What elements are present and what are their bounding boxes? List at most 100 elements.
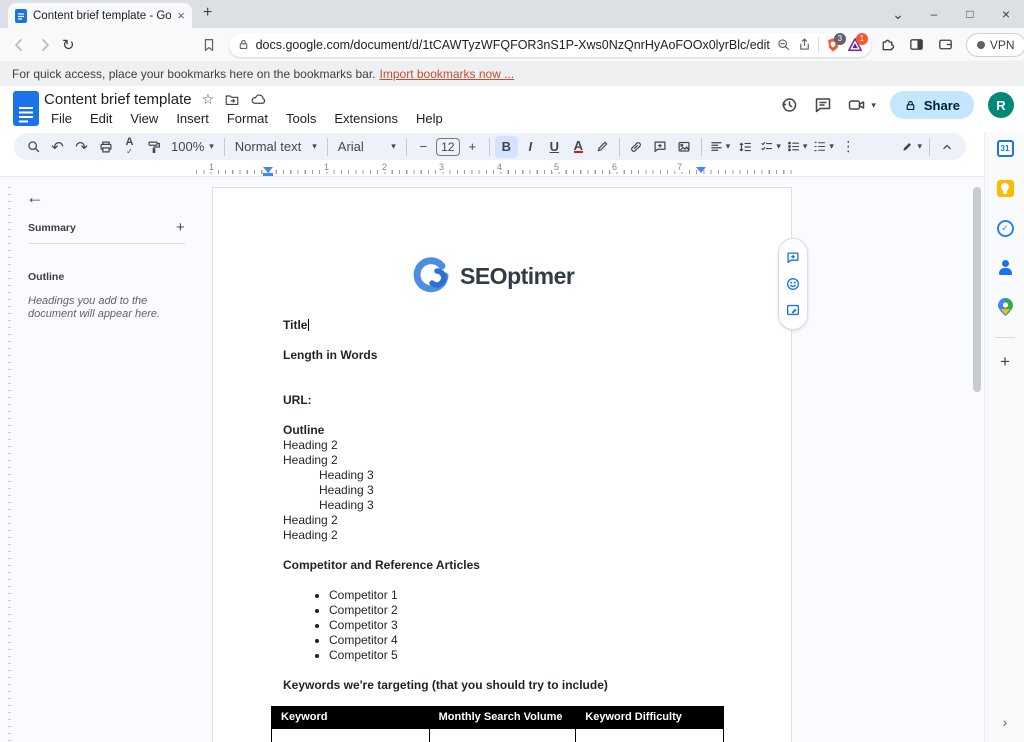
docs-logo-icon[interactable] [13,91,39,126]
outline-item[interactable]: Heading 2 [283,438,721,453]
outline-item[interactable]: Heading 3 [319,483,721,498]
search-menus-icon[interactable] [22,136,45,158]
keywords-table[interactable]: Keyword Monthly Search Volume Keyword Di… [271,706,724,742]
expand-side-panel-icon[interactable]: › [985,714,1024,730]
maximize-button[interactable]: □ [952,7,988,21]
menu-edit[interactable]: Edit [83,110,119,127]
doc-line-length[interactable]: Length in Words [283,348,721,363]
insert-link-icon[interactable] [625,136,648,158]
reload-icon[interactable]: ↻ [62,36,75,54]
menu-format[interactable]: Format [220,110,275,127]
print-icon[interactable] [94,136,117,158]
outline-item[interactable]: Heading 2 [283,453,721,468]
move-folder-icon[interactable] [224,92,240,108]
extensions-icon[interactable] [879,36,896,53]
document-page[interactable]: SEOptimer Title Length in Words URL: Out… [212,187,792,742]
doc-line-keywords[interactable]: Keywords we're targeting (that you shoul… [283,678,721,693]
calendar-icon[interactable]: 31 [985,140,1024,157]
horizontal-ruler[interactable]: 1 1 2 3 4 5 6 7 [196,162,984,176]
add-summary-button[interactable]: + [176,219,185,236]
import-bookmarks-link[interactable]: Import bookmarks now ... [380,67,515,81]
menu-help[interactable]: Help [409,110,450,127]
contacts-icon[interactable] [985,259,1024,276]
font-select[interactable]: Arial ▾ [333,139,401,154]
numbered-list-icon[interactable]: ▾ [810,136,836,158]
version-history-icon[interactable] [779,95,799,115]
star-icon[interactable]: ☆ [202,91,215,108]
competitor-item[interactable]: Competitor 1 [329,588,721,603]
address-bar[interactable]: docs.google.com/document/d/1tCAWTyzWFQFO… [228,32,871,57]
highlight-color-icon[interactable] [591,136,614,158]
doc-line-url[interactable]: URL: [283,393,721,408]
avatar[interactable]: R [988,92,1014,118]
italic-button[interactable]: I [519,136,542,158]
share-page-icon[interactable] [797,37,812,52]
add-emoji-icon[interactable] [785,276,801,292]
comments-icon[interactable] [813,95,833,115]
share-button[interactable]: Share [889,91,974,119]
minimize-button[interactable]: – [916,7,952,21]
bulleted-list-icon[interactable]: ▾ [784,136,810,158]
vertical-scrollbar[interactable] [973,187,981,392]
suggest-edits-icon[interactable] [785,302,801,318]
menu-insert[interactable]: Insert [169,110,216,127]
styles-select[interactable]: Normal text ▾ [230,139,322,154]
back-icon[interactable] [10,33,28,57]
url-text[interactable]: docs.google.com/document/d/1tCAWTyzWFQFO… [256,38,770,52]
tab-close-icon[interactable]: × [177,8,185,23]
menu-view[interactable]: View [123,110,165,127]
doc-line-outline[interactable]: Outline [283,423,721,438]
right-indent-marker[interactable] [696,167,706,173]
tab-search-icon[interactable]: ⌄ [880,6,916,23]
line-spacing-icon[interactable] [733,136,756,158]
insert-image-icon[interactable] [673,136,696,158]
competitor-item[interactable]: Competitor 2 [329,603,721,618]
outline-item[interactable]: Heading 2 [283,528,721,543]
align-icon[interactable]: ▾ [707,136,733,158]
underline-button[interactable]: U [543,136,566,158]
hide-menus-icon[interactable] [935,136,958,158]
video-call-caret-icon[interactable]: ▾ [871,100,876,111]
doc-line-competitors[interactable]: Competitor and Reference Articles [283,558,721,573]
zoom-out-icon[interactable] [776,37,791,52]
tasks-icon[interactable]: ✓ [985,220,1024,237]
increase-font-icon[interactable]: + [461,136,484,158]
menu-tools[interactable]: Tools [279,110,323,127]
brave-rewards-icon[interactable]: 1 [847,32,868,53]
keep-icon[interactable] [985,180,1024,197]
more-options-icon[interactable]: ⋮ [837,136,860,158]
outline-item[interactable]: Heading 3 [319,468,721,483]
spell-check-icon[interactable]: A ✓ [118,136,141,158]
new-tab-button[interactable]: + [203,4,212,22]
outline-item[interactable]: Heading 3 [319,498,721,513]
paint-format-icon[interactable] [142,136,165,158]
undo-icon[interactable]: ↶ [46,136,69,158]
menu-extensions[interactable]: Extensions [327,110,405,127]
close-window-button[interactable]: × [988,6,1024,22]
editing-mode-button[interactable]: ▾ [898,136,924,158]
brave-shield-icon[interactable]: 3 [825,32,846,53]
checklist-icon[interactable]: ▾ [757,136,783,158]
competitor-item[interactable]: Competitor 5 [329,648,721,663]
font-size-field[interactable]: 12 [435,137,460,156]
redo-icon[interactable]: ↷ [70,136,93,158]
sidebar-icon[interactable] [908,36,925,53]
doc-line-title[interactable]: Title [283,318,721,333]
decrease-font-icon[interactable]: − [412,136,435,158]
competitor-item[interactable]: Competitor 4 [329,633,721,648]
maps-icon[interactable] [985,298,1024,316]
add-comment-margin-icon[interactable] [785,250,801,266]
outline-item[interactable]: Heading 2 [283,513,721,528]
get-addons-button[interactable]: + [985,352,1024,372]
cloud-status-icon[interactable] [250,91,267,108]
browser-tab[interactable]: Content brief template - Google D × [8,3,192,28]
vpn-button[interactable]: VPN [965,32,1024,57]
menu-file[interactable]: File [44,110,79,127]
wallet-icon[interactable] [937,36,954,53]
video-call-button[interactable]: ▾ [847,95,876,115]
bookmark-icon[interactable] [201,33,217,57]
table-row[interactable] [271,728,724,742]
forward-icon[interactable] [36,33,54,57]
document-title[interactable]: Content brief template [44,91,192,108]
bold-button[interactable]: B [494,135,518,158]
